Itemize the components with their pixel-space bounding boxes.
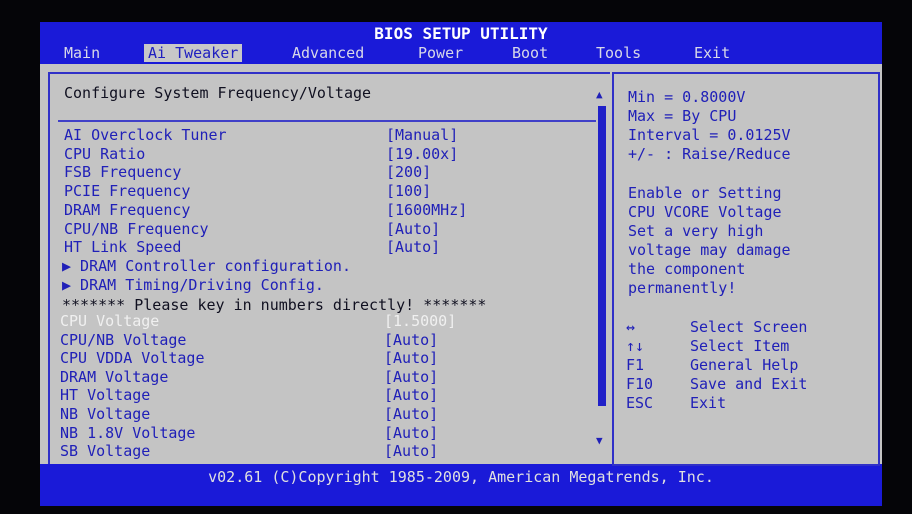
- key-action: Exit: [690, 394, 727, 412]
- key-name: ↔: [626, 318, 636, 336]
- key-name: F1: [626, 356, 645, 374]
- help-description-line: permanently!: [628, 279, 737, 297]
- setting-value[interactable]: [Auto]: [386, 220, 440, 238]
- voltage-label[interactable]: NB 1.8V Voltage: [60, 424, 195, 442]
- setting-value[interactable]: [Manual]: [386, 126, 458, 144]
- key-name: ↑↓: [626, 337, 645, 355]
- help-description-line: the component: [628, 260, 746, 278]
- setting-label[interactable]: PCIE Frequency: [64, 182, 190, 200]
- menu-bar: Main Ai Tweaker Advanced Power Boot Tool…: [40, 42, 882, 64]
- help-range-line: Max = By CPU: [628, 107, 737, 125]
- voltage-label[interactable]: CPU VDDA Voltage: [60, 349, 205, 367]
- key-action: General Help: [690, 356, 799, 374]
- setting-label[interactable]: CPU/NB Frequency: [64, 220, 209, 238]
- voltage-label[interactable]: SB Voltage: [60, 442, 150, 460]
- copyright-footer: v02.61 (C)Copyright 1985-2009, American …: [208, 468, 714, 486]
- submenu-item[interactable]: ▶ DRAM Controller configuration.: [62, 257, 351, 275]
- setting-value[interactable]: [19.00x]: [386, 145, 458, 163]
- scrollbar-thumb[interactable]: [598, 106, 606, 406]
- voltage-value[interactable]: [Auto]: [384, 424, 438, 442]
- tab-advanced[interactable]: Advanced: [288, 44, 368, 62]
- key-action: Select Screen: [690, 318, 808, 336]
- key-action: Save and Exit: [690, 375, 808, 393]
- tab-ai-tweaker[interactable]: Ai Tweaker: [144, 44, 243, 62]
- help-description-line: voltage may damage: [628, 241, 791, 259]
- setting-label[interactable]: AI Overclock Tuner: [64, 126, 227, 144]
- help-description-line: Enable or Setting: [628, 184, 782, 202]
- setting-label[interactable]: CPU Ratio: [64, 145, 145, 163]
- setting-label[interactable]: DRAM Frequency: [64, 201, 190, 219]
- scroll-down-icon[interactable]: ▼: [596, 434, 603, 447]
- divider: [58, 120, 596, 122]
- submenu-item[interactable]: ▶ DRAM Timing/Driving Config.: [62, 276, 324, 294]
- scroll-up-icon[interactable]: ▲: [596, 88, 603, 101]
- voltage-value[interactable]: [Auto]: [384, 442, 438, 460]
- tab-boot[interactable]: Boot: [508, 44, 552, 62]
- help-panel: Min = 0.8000V Max = By CPU Interval = 0.01…: [612, 72, 880, 466]
- voltage-value[interactable]: [Auto]: [384, 331, 438, 349]
- settings-panel: Configure System Frequency/Voltage AI Ov…: [48, 72, 610, 464]
- voltage-value[interactable]: [Auto]: [384, 386, 438, 404]
- tab-power[interactable]: Power: [414, 44, 467, 62]
- setting-label[interactable]: FSB Frequency: [64, 163, 181, 181]
- help-description-line: Set a very high: [628, 222, 764, 240]
- tab-main[interactable]: Main: [60, 44, 104, 62]
- voltage-value[interactable]: [Auto]: [384, 368, 438, 386]
- scrollbar[interactable]: ▲ ▼: [596, 88, 608, 464]
- key-name: F10: [626, 375, 654, 393]
- tab-tools[interactable]: Tools: [592, 44, 645, 62]
- help-range-line: Interval = 0.0125V: [628, 126, 791, 144]
- setting-value[interactable]: [100]: [386, 182, 431, 200]
- help-range-line: Min = 0.8000V: [628, 88, 746, 106]
- voltage-value[interactable]: [Auto]: [384, 349, 438, 367]
- voltage-label[interactable]: HT Voltage: [60, 386, 150, 404]
- section-title: Configure System Frequency/Voltage: [64, 84, 372, 102]
- bios-title: BIOS SETUP UTILITY: [374, 24, 548, 43]
- setting-value[interactable]: [Auto]: [386, 238, 440, 256]
- voltage-input[interactable]: [1.5000]: [384, 312, 456, 330]
- help-description-line: CPU VCORE Voltage: [628, 203, 782, 221]
- tab-exit[interactable]: Exit: [690, 44, 734, 62]
- key-action: Select Item: [690, 337, 790, 355]
- voltage-label[interactable]: CPU Voltage: [60, 312, 159, 330]
- voltage-label[interactable]: DRAM Voltage: [60, 368, 168, 386]
- voltage-label[interactable]: CPU/NB Voltage: [60, 331, 186, 349]
- setting-value[interactable]: [200]: [386, 163, 431, 181]
- bios-screen: BIOS SETUP UTILITY Main Ai Tweaker Advan…: [40, 22, 882, 506]
- voltage-value[interactable]: [Auto]: [384, 405, 438, 423]
- setting-value[interactable]: [1600MHz]: [386, 201, 467, 219]
- voltage-label[interactable]: NB Voltage: [60, 405, 150, 423]
- key-name: ESC: [626, 394, 654, 412]
- main-panel: Configure System Frequency/Voltage AI Ov…: [40, 64, 882, 466]
- setting-label[interactable]: HT Link Speed: [64, 238, 181, 256]
- help-range-line: +/- : Raise/Reduce: [628, 145, 791, 163]
